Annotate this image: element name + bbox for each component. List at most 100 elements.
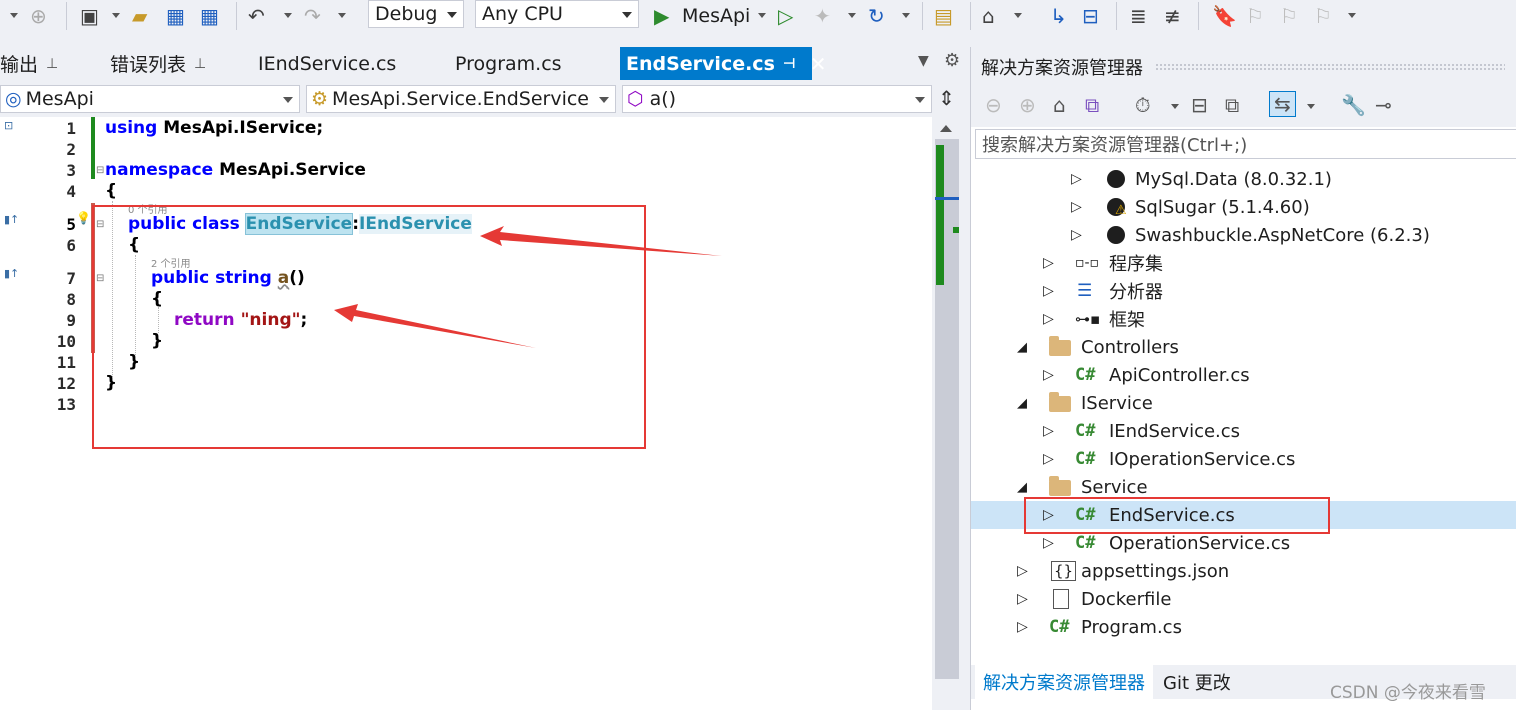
split-editor-icon[interactable]: ⇕: [938, 86, 955, 110]
restart-icon[interactable]: ↻: [868, 4, 885, 28]
save-icon[interactable]: ▦: [166, 4, 185, 28]
scrollbar-track[interactable]: [935, 139, 959, 679]
drag-grip[interactable]: [1155, 63, 1505, 71]
back-icon[interactable]: ⊖: [985, 93, 1002, 117]
method-name[interactable]: a: [278, 268, 289, 288]
pin-icon[interactable]: ⊥: [194, 56, 206, 72]
expand-icon[interactable]: ▷: [1043, 283, 1054, 299]
expand-icon[interactable]: ▷: [1043, 367, 1054, 383]
collapse-icon[interactable]: ⊟: [96, 165, 104, 176]
step-into-icon[interactable]: ↳: [1050, 4, 1067, 28]
find-in-files-icon[interactable]: ▤: [934, 4, 953, 28]
platform-select[interactable]: Any CPU: [475, 0, 639, 28]
open-folder-icon[interactable]: ▰: [132, 4, 147, 28]
view-dropdown-arrow[interactable]: [1307, 104, 1315, 109]
forward-icon[interactable]: ⊕: [1019, 93, 1036, 117]
bookmark-icon[interactable]: 🔖: [1212, 4, 1237, 28]
expand-icon[interactable]: ▷: [1043, 451, 1054, 467]
tab-iendservice[interactable]: IEndService.cs: [258, 47, 396, 80]
wrench-icon[interactable]: 🔧: [1341, 93, 1366, 117]
layout-dropdown-arrow[interactable]: [1014, 13, 1022, 18]
forward-icon[interactable]: ⊕: [30, 4, 47, 28]
tree-item[interactable]: ▷ Dockerfile: [971, 585, 1516, 613]
close-icon[interactable]: ✕: [810, 52, 827, 76]
gear-icon[interactable]: ⚙: [944, 50, 960, 71]
back-dropdown-arrow[interactable]: [10, 13, 18, 18]
expand-icon[interactable]: ▷: [1017, 563, 1028, 579]
tree-item-selected[interactable]: ▷ C# EndService.cs: [971, 501, 1516, 529]
new-dropdown-arrow[interactable]: [112, 13, 120, 18]
new-project-icon[interactable]: ▣: [80, 4, 99, 28]
collapse-icon[interactable]: ◢: [1017, 396, 1027, 411]
tree-item[interactable]: ▷ C# IEndService.cs: [971, 417, 1516, 445]
tab-list-dropdown-icon[interactable]: ▼: [918, 53, 929, 69]
tree-item[interactable]: ▷ ☰ 分析器: [971, 277, 1516, 305]
tree-item[interactable]: ▷ Swashbuckle.AspNetCore (6.2.3): [971, 221, 1516, 249]
expand-icon[interactable]: ▷: [1043, 255, 1054, 271]
next-bookmark-icon[interactable]: ⚐: [1280, 4, 1298, 28]
restart-dropdown-arrow[interactable]: [902, 13, 910, 18]
start-dropdown-arrow[interactable]: [758, 13, 766, 18]
pending-changes-filter-icon[interactable]: ⏱: [1135, 93, 1151, 117]
tree-item[interactable]: ▷ ⊶▪ 框架: [971, 305, 1516, 333]
expand-icon[interactable]: ▷: [1071, 199, 1082, 215]
tab-program[interactable]: Program.cs: [455, 47, 562, 80]
tree-item[interactable]: ▷ C# ApiController.cs: [971, 361, 1516, 389]
tree-item[interactable]: ▷ MySql.Data (8.0.32.1): [971, 165, 1516, 193]
lightbulb-icon[interactable]: 💡: [76, 211, 91, 225]
member-select[interactable]: ⬡ a(): [622, 85, 932, 113]
project-select[interactable]: ◎ MesApi: [0, 85, 300, 113]
expand-icon[interactable]: ▷: [1043, 423, 1054, 439]
implementation-glyph-icon[interactable]: ▮↑: [4, 213, 19, 226]
tree-item[interactable]: ▷ ▫-▫ 程序集: [971, 249, 1516, 277]
code-map-icon[interactable]: ⊟: [1082, 4, 1099, 28]
start-debug-button[interactable]: MesApi: [682, 4, 750, 28]
uncomment-lines-icon[interactable]: ≢: [1164, 4, 1181, 28]
pin-icon[interactable]: ⊣: [783, 56, 796, 72]
expand-icon[interactable]: ▷: [1017, 619, 1028, 635]
expand-icon[interactable]: ▷: [1017, 591, 1028, 607]
home-icon[interactable]: ⌂: [982, 4, 995, 28]
tab-output[interactable]: 输出 ⊥: [0, 47, 58, 80]
toolbar-overflow-arrow[interactable]: [1348, 13, 1356, 18]
filter-dropdown-arrow[interactable]: [1171, 104, 1179, 109]
tree-item[interactable]: ◢ Service: [971, 473, 1516, 501]
expand-icon[interactable]: ▷: [1043, 507, 1054, 523]
redo-icon[interactable]: ↷: [304, 4, 321, 28]
undo-dropdown-arrow[interactable]: [284, 13, 292, 18]
switch-views-icon[interactable]: ⧉: [1085, 93, 1099, 117]
interface-name[interactable]: IEndService: [359, 214, 472, 234]
tab-solution-explorer[interactable]: 解决方案资源管理器: [975, 665, 1153, 699]
prev-bookmark-icon[interactable]: ⚐: [1246, 4, 1264, 28]
collapse-icon[interactable]: ⊟: [96, 219, 104, 230]
configuration-select[interactable]: Debug: [368, 0, 464, 28]
start-without-debug-icon[interactable]: ▷: [778, 4, 793, 28]
tree-item[interactable]: ◢ Controllers: [971, 333, 1516, 361]
comment-lines-icon[interactable]: ≣: [1130, 4, 1147, 28]
editor-vertical-scrollbar[interactable]: [932, 117, 962, 710]
tree-item[interactable]: ◢ IService: [971, 389, 1516, 417]
preview-icon[interactable]: ⊸: [1375, 93, 1392, 117]
save-all-icon[interactable]: ▦: [200, 4, 219, 28]
clear-bookmarks-icon[interactable]: ⚐: [1314, 4, 1332, 28]
expand-icon[interactable]: ▷: [1043, 535, 1054, 551]
tab-error-list[interactable]: 错误列表 ⊥: [110, 47, 206, 80]
implementation-glyph-icon[interactable]: ▮↑: [4, 267, 19, 280]
show-all-files-icon[interactable]: ⧉: [1225, 93, 1239, 117]
type-select[interactable]: ⚙ MesApi.Service.EndService: [306, 85, 616, 113]
sync-with-document-icon[interactable]: ⇆: [1269, 91, 1296, 117]
hot-reload-dropdown-arrow[interactable]: [848, 13, 856, 18]
hot-reload-icon[interactable]: ✦: [814, 4, 831, 28]
tab-endservice[interactable]: EndService.cs ⊣ ✕: [620, 47, 826, 80]
collapse-icon[interactable]: ⊟: [96, 273, 104, 284]
play-icon[interactable]: ▶: [654, 4, 669, 28]
scroll-up-icon[interactable]: [940, 125, 952, 132]
expand-icon[interactable]: ▷: [1043, 311, 1054, 327]
expand-icon[interactable]: ▷: [1071, 227, 1082, 243]
tree-item[interactable]: ▷ C# IOperationService.cs: [971, 445, 1516, 473]
tree-item[interactable]: ▷ {} appsettings.json: [971, 557, 1516, 585]
collapse-all-icon[interactable]: ⊟: [1191, 93, 1208, 117]
redo-dropdown-arrow[interactable]: [338, 13, 346, 18]
home-icon[interactable]: ⌂: [1053, 93, 1066, 117]
pin-icon[interactable]: ⊥: [46, 56, 58, 72]
